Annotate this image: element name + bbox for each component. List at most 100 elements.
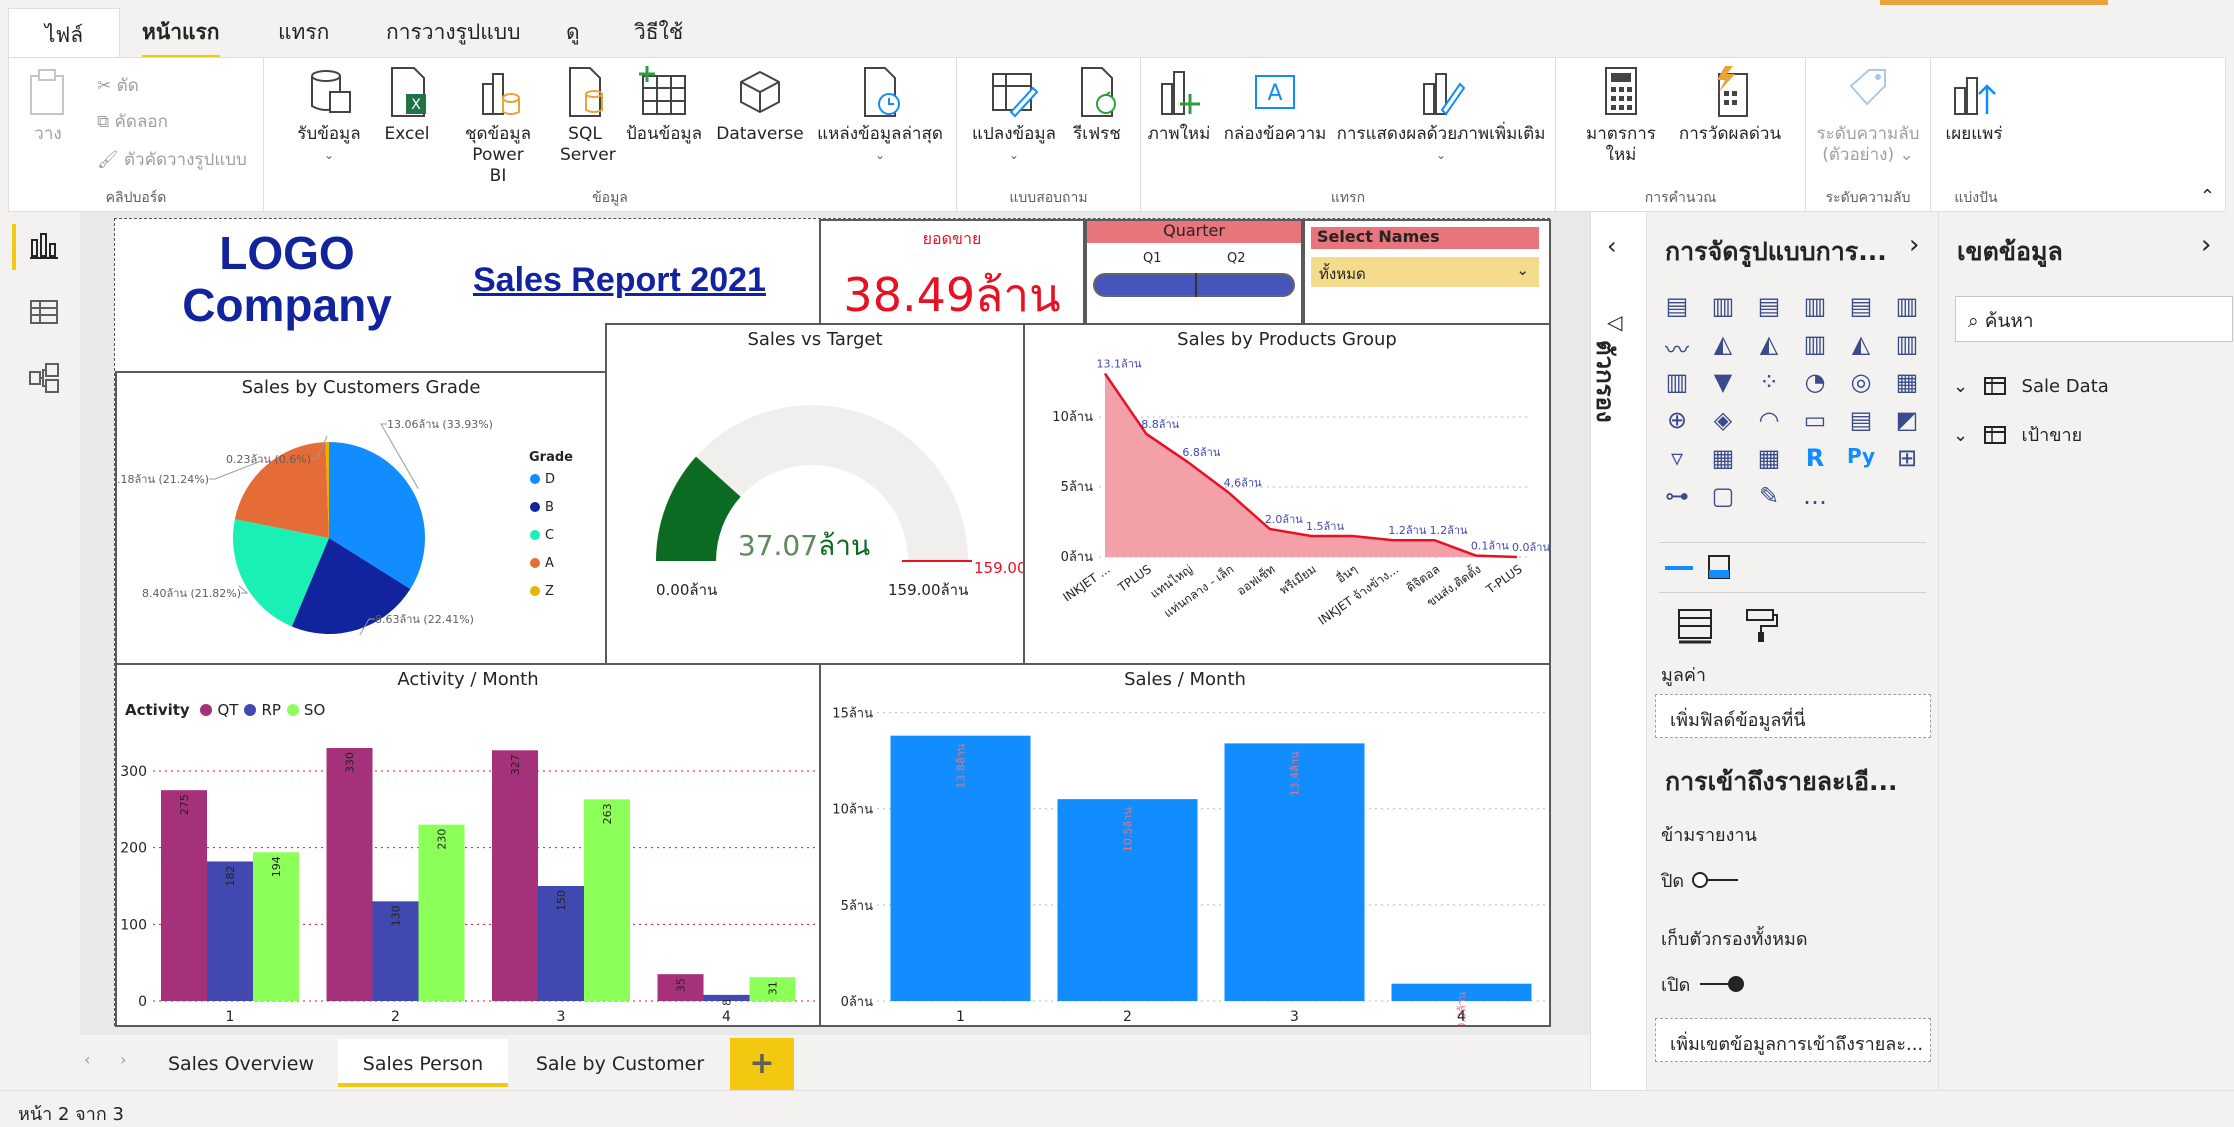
filled-map-visual-icon[interactable]: ◈ xyxy=(1707,406,1739,438)
waterfall-visual-icon[interactable]: ▥ xyxy=(1891,330,1923,362)
report-view-icon[interactable] xyxy=(28,230,60,262)
pie-chart-tile[interactable]: Sales by Customers Grade 13.06ล้าน (33.9… xyxy=(115,371,607,665)
model-view-icon[interactable] xyxy=(28,362,60,394)
add-page-button[interactable]: + xyxy=(730,1038,794,1090)
chevron-left-icon[interactable]: ‹ xyxy=(1607,232,1617,260)
multi-row-card-visual-icon[interactable]: ▤ xyxy=(1845,406,1877,438)
tab-file[interactable]: ไฟล์ xyxy=(8,8,120,57)
dataverse-button[interactable]: Dataverse xyxy=(712,64,808,145)
table-visual-icon[interactable]: ▦ xyxy=(1707,444,1739,476)
tab-format[interactable]: การวางรูปแบบ xyxy=(386,16,520,49)
ribbon-group-calculations: มาตรการใหม่ การวัดผลด่วน การคำนวณ xyxy=(1556,58,1806,213)
kpi-card[interactable]: ยอดขาย 38.49ล้าน xyxy=(819,219,1085,327)
treemap-visual-icon[interactable]: ▦ xyxy=(1891,368,1923,400)
page-tab-sales-person[interactable]: Sales Person xyxy=(338,1039,508,1087)
r-visual-visual-icon[interactable]: R xyxy=(1799,444,1831,476)
100-bar-visual-icon[interactable]: ▤ xyxy=(1845,292,1877,324)
paginated-visual-icon[interactable] xyxy=(1703,552,1735,584)
excel-button[interactable]: X Excel xyxy=(382,64,432,145)
transform-data-button[interactable]: แปลงข้อมูล ⌄ xyxy=(969,64,1059,166)
cut-button[interactable]: ✂ ตัด xyxy=(97,72,139,99)
stacked-bar-visual-icon[interactable]: ▤ xyxy=(1661,292,1693,324)
format-paint-roller-icon[interactable] xyxy=(1741,604,1781,644)
scroll-right-icon[interactable]: › xyxy=(120,1050,126,1069)
area-visual-icon[interactable]: ◭ xyxy=(1707,330,1739,362)
recent-sources-button[interactable]: แหล่งข้อมูลล่าสุด ⌄ xyxy=(816,64,944,166)
activity-data-label: 194 xyxy=(270,856,283,877)
values-field-well[interactable]: เพิ่มฟิลด์ข้อมูลที่นี่ xyxy=(1655,694,1931,738)
refresh-button[interactable]: รีเฟรช xyxy=(1067,64,1127,145)
keep-filters-toggle[interactable]: เปิด xyxy=(1661,970,1748,999)
paste-icon xyxy=(30,69,64,115)
get-data-button[interactable]: รับข้อมูล ⌄ xyxy=(284,64,374,166)
text-box-button[interactable]: A กล่องข้อความ xyxy=(1223,64,1327,145)
tab-insert[interactable]: แทรก xyxy=(278,16,329,49)
matrix-visual-icon[interactable]: ▦ xyxy=(1753,444,1785,476)
powerbi-dataset-button[interactable]: ชุดข้อมูล Power BI xyxy=(442,64,554,187)
card-visual-icon[interactable]: ▭ xyxy=(1799,406,1831,438)
chevron-right-icon[interactable]: › xyxy=(2201,230,2211,260)
cross-report-toggle[interactable]: ปิด xyxy=(1661,866,1742,895)
tab-home[interactable]: หน้าแรก xyxy=(142,16,220,59)
field-table-item[interactable]: ⌄ Sale Data xyxy=(1953,376,2109,397)
key-influencers-visual-icon[interactable]: ⊞ xyxy=(1891,444,1923,476)
slicer-visual-icon[interactable] xyxy=(1663,552,1695,584)
scatter-visual-icon[interactable]: ⁘ xyxy=(1753,368,1785,400)
kpi-visual-icon[interactable]: ◩ xyxy=(1891,406,1923,438)
funnel-column-visual-icon[interactable]: ▥ xyxy=(1661,368,1693,400)
map-visual-icon[interactable]: ⊕ xyxy=(1661,406,1693,438)
drill-through-field-well[interactable]: เพิ่มเขตข้อมูลการเข้าถึงรายละ... xyxy=(1655,1018,1931,1062)
tab-view[interactable]: ดู xyxy=(566,16,580,49)
tab-help[interactable]: วิธีใช้ xyxy=(634,16,683,49)
data-view-icon[interactable] xyxy=(28,296,60,328)
scroll-left-icon[interactable]: ‹ xyxy=(84,1050,90,1069)
sensitivity-button[interactable]: ระดับความลับ (ตัวอย่าง) ⌄ xyxy=(1812,64,1924,166)
gauge-tile[interactable]: Sales vs Target 37.07ล้าน 0.00ล้าน 159.00ล… xyxy=(605,323,1025,665)
pie-visual-icon[interactable]: ◔ xyxy=(1799,368,1831,400)
collapse-ribbon-icon[interactable]: ⌃ xyxy=(2200,186,2215,207)
page-tab-sale-by-customer[interactable]: Sale by Customer xyxy=(520,1039,720,1087)
enter-data-button[interactable]: ป้อนข้อมูล xyxy=(624,64,704,145)
publish-button[interactable]: เผยแพร่ xyxy=(1939,64,2009,145)
line-visual-icon[interactable]: 〰 xyxy=(1661,330,1693,364)
names-dropdown[interactable]: ทั้งหมด ⌄ xyxy=(1311,257,1539,287)
activity-bar xyxy=(326,748,373,1001)
page-tab-sales-overview[interactable]: Sales Overview xyxy=(156,1039,326,1087)
chevron-right-icon[interactable]: › xyxy=(1909,230,1919,260)
funnel-visual-icon[interactable]: ▼ xyxy=(1707,368,1739,400)
new-measure-button[interactable]: มาตรการใหม่ xyxy=(1572,64,1670,166)
smart-narrative-visual-icon[interactable]: ✎ xyxy=(1753,482,1785,514)
quarter-range-bar[interactable] xyxy=(1093,273,1295,297)
area-chart-tile[interactable]: Sales by Products Group 0ล้าน 5ล้าน 10ล้าน… xyxy=(1023,323,1551,665)
more-visual-icon[interactable]: … xyxy=(1799,482,1831,514)
sql-server-button[interactable]: SQL Server xyxy=(560,64,616,166)
paste-button[interactable]: วาง xyxy=(23,64,73,145)
gauge-visual-icon[interactable]: ◠ xyxy=(1753,406,1785,438)
stacked-area-visual-icon[interactable]: ◭ xyxy=(1753,330,1785,362)
new-visual-button[interactable]: ภาพใหม่ xyxy=(1147,64,1211,145)
sales-month-tile[interactable]: Sales / Month 0ล้าน 5ล้าน 10ล้าน 15ล้าน 13.8… xyxy=(819,663,1551,1027)
fields-search-box[interactable]: ⌕ ค้นหา xyxy=(1955,296,2233,342)
filters-pane-collapsed[interactable]: ‹ ◁ ตัวกรอง xyxy=(1590,212,1646,1090)
quarter-slicer[interactable]: Quarter Q1 Q2 xyxy=(1085,219,1303,327)
quick-measure-button[interactable]: การวัดผลด่วน xyxy=(1674,64,1786,145)
more-visuals-button[interactable]: การแสดงผลด้วยภาพเพิ่มเติม ⌄ xyxy=(1335,64,1547,166)
slicer-visual-icon[interactable]: ▿ xyxy=(1661,444,1693,476)
100-column-visual-icon[interactable]: ▥ xyxy=(1891,292,1923,324)
python-visual-visual-icon[interactable]: Py xyxy=(1845,444,1877,476)
line-column-visual-icon[interactable]: ▥ xyxy=(1799,330,1831,362)
ribbon-visual-icon[interactable]: ◭ xyxy=(1845,330,1877,362)
fields-tab-icon[interactable] xyxy=(1675,604,1715,644)
names-slicer[interactable]: Select Names ทั้งหมด ⌄ xyxy=(1303,219,1551,327)
field-table-item[interactable]: ⌄ เป้าขาย xyxy=(1953,420,2082,449)
stacked-column-visual-icon[interactable]: ▥ xyxy=(1707,292,1739,324)
page-tabs-bar: ‹ › Sales Overview Sales Person Sale by … xyxy=(80,1035,1590,1090)
decomposition-tree-visual-icon[interactable]: ⊶ xyxy=(1661,482,1693,514)
format-painter-button[interactable]: 🖌 ตัวคัดวางรูปแบบ xyxy=(97,146,247,173)
qa-visual-icon[interactable]: ▢ xyxy=(1707,482,1739,514)
clustered-bar-visual-icon[interactable]: ▤ xyxy=(1753,292,1785,324)
copy-button[interactable]: ⧉ คัดลอก xyxy=(97,108,168,135)
clustered-column-visual-icon[interactable]: ▥ xyxy=(1799,292,1831,324)
activity-chart-tile[interactable]: Activity / Month Activity QT RP SO 0 100 200… xyxy=(115,663,821,1027)
donut-visual-icon[interactable]: ◎ xyxy=(1845,368,1877,400)
